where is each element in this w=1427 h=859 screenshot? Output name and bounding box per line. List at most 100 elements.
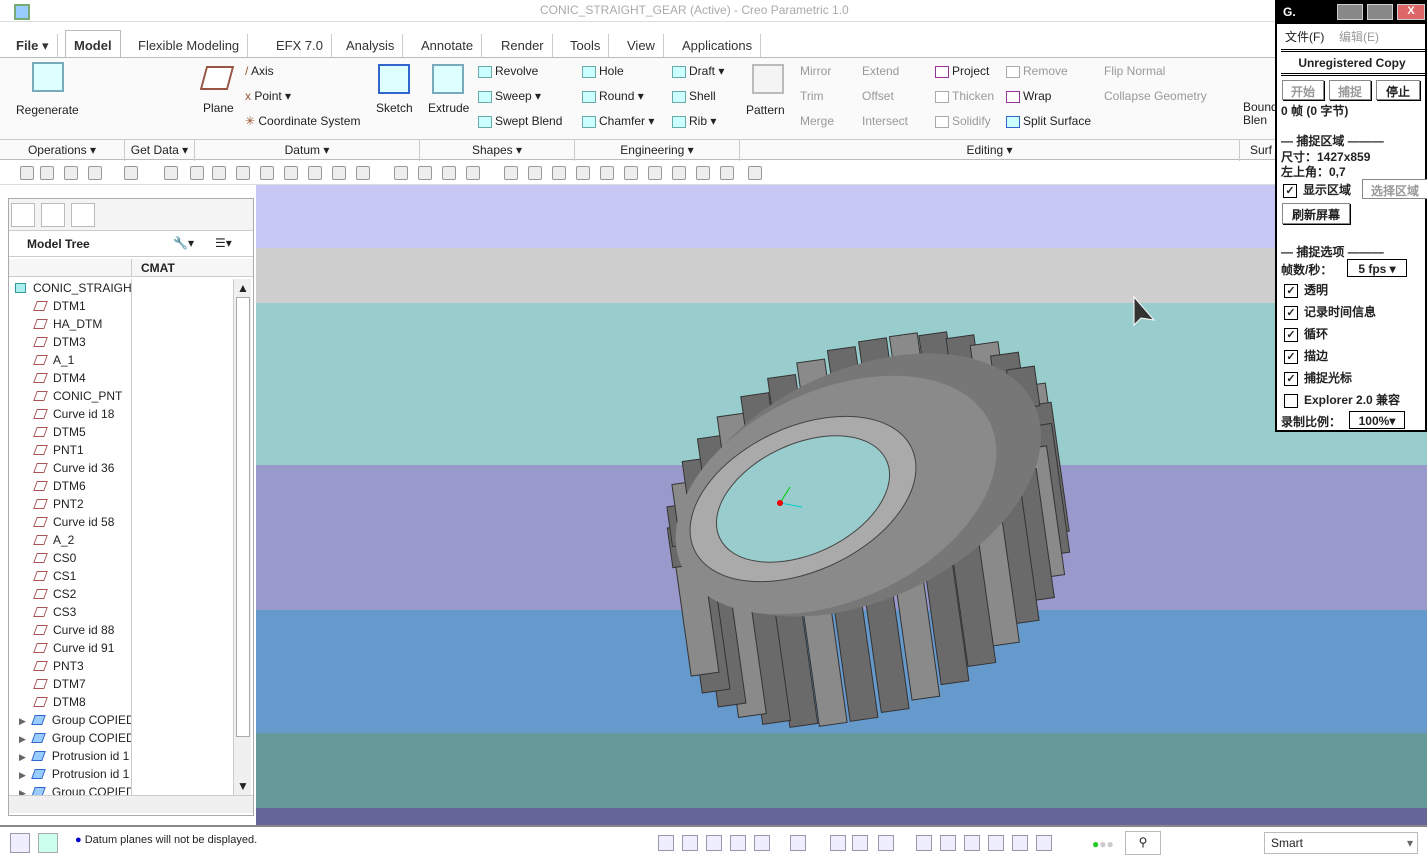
hole-button[interactable]: Hole <box>582 64 624 78</box>
tree-item[interactable]: CS2 <box>9 585 131 603</box>
minimize-button[interactable] <box>1337 4 1363 20</box>
toolbar-icon[interactable] <box>88 166 102 180</box>
toolbar-icon[interactable] <box>20 166 34 180</box>
tree-item[interactable]: DTM4 <box>9 369 131 387</box>
capture-option-checkbox[interactable]: ✓ 透明 <box>1284 281 1328 298</box>
toolbar-icon[interactable] <box>418 166 432 180</box>
capture-option-checkbox[interactable]: ✓ 循环 <box>1284 325 1328 342</box>
toolbar-icon[interactable] <box>648 166 662 180</box>
plane-button[interactable]: Plane <box>203 101 234 115</box>
capture-option-checkbox[interactable]: ✓ 描边 <box>1284 347 1328 364</box>
toolbar-icon[interactable] <box>528 166 542 180</box>
tree-item[interactable]: DTM8 <box>9 693 131 711</box>
view-tool-icon[interactable] <box>730 835 746 851</box>
toolbar-icon[interactable] <box>504 166 518 180</box>
tree-item[interactable]: DTM7 <box>9 675 131 693</box>
expand-icon[interactable]: ▶ <box>19 734 26 744</box>
toolbar-icon[interactable] <box>212 166 226 180</box>
tree-item[interactable]: Curve id 18 <box>9 405 131 423</box>
group-surfaces[interactable]: Surf <box>1240 139 1280 161</box>
tree-item[interactable]: PNT1 <box>9 441 131 459</box>
scale-select[interactable]: 100%▾ <box>1349 411 1405 429</box>
view-tool-icon[interactable] <box>754 835 770 851</box>
toolbar-icon[interactable] <box>190 166 204 180</box>
tree-horizontal-scrollbar[interactable] <box>9 795 253 813</box>
view-tool-icon[interactable] <box>878 835 894 851</box>
tree-group-item[interactable]: ▶ Group COPIED <box>9 729 131 747</box>
chamfer-button[interactable]: Chamfer ▾ <box>582 114 654 128</box>
view-tool-icon[interactable] <box>1036 835 1052 851</box>
extend-button[interactable]: Extend <box>862 64 899 78</box>
project-button[interactable]: Project <box>935 64 989 78</box>
tree-item[interactable]: CS0 <box>9 549 131 567</box>
capture-option-checkbox[interactable]: ✓ 捕捉光标 <box>1284 369 1352 386</box>
graphics-viewport[interactable] <box>256 185 1427 825</box>
flip-normal-button[interactable]: Flip Normal <box>1104 64 1165 78</box>
revolve-button[interactable]: Revolve <box>478 64 538 78</box>
toolbar-icon[interactable] <box>720 166 734 180</box>
column-cmat[interactable]: CMAT <box>141 261 175 275</box>
toolbar-icon[interactable] <box>260 166 274 180</box>
start-button[interactable]: 开始 <box>1282 80 1324 100</box>
rib-button[interactable]: Rib ▾ <box>672 114 716 128</box>
tree-item[interactable]: PNT2 <box>9 495 131 513</box>
tab-tools[interactable]: Tools <box>562 34 610 57</box>
navigator-toggle-icon[interactable] <box>10 833 30 853</box>
settings-icon[interactable]: 🔧▾ <box>173 236 194 250</box>
maximize-button[interactable] <box>1367 4 1393 20</box>
pattern-button[interactable]: Pattern <box>746 103 785 117</box>
browser-toggle-icon[interactable] <box>38 833 58 853</box>
toolbar-icon[interactable] <box>696 166 710 180</box>
tree-group-item[interactable]: ▶ Protrusion id 1 <box>9 765 131 783</box>
group-editing[interactable]: Editing ▾ <box>740 139 1240 161</box>
toolbar-icon[interactable] <box>600 166 614 180</box>
tree-group-item[interactable]: ▶ Protrusion id 1 <box>9 747 131 765</box>
tree-item[interactable]: DTM3 <box>9 333 131 351</box>
view-tool-icon[interactable] <box>988 835 1004 851</box>
tab-view[interactable]: View <box>619 34 664 57</box>
toolbar-icon[interactable] <box>124 166 138 180</box>
tree-item[interactable]: A_2 <box>9 531 131 549</box>
toolbar-icon[interactable] <box>40 166 54 180</box>
tree-vertical-scrollbar[interactable]: ▲ ▼ <box>233 279 251 795</box>
toolbar-icon[interactable] <box>284 166 298 180</box>
folder-browser-tab[interactable] <box>41 203 65 227</box>
tree-root[interactable]: CONIC_STRAIGH <box>9 279 131 297</box>
point-button[interactable]: x Point ▾ <box>245 89 291 103</box>
swept-blend-button[interactable]: Swept Blend <box>478 114 562 128</box>
tab-annotate[interactable]: Annotate <box>413 34 483 57</box>
capture-button[interactable]: 捕捉 <box>1329 80 1371 100</box>
group-get-data[interactable]: Get Data ▾ <box>125 139 195 161</box>
wrap-button[interactable]: Wrap <box>1006 89 1051 103</box>
toolbar-icon[interactable] <box>394 166 408 180</box>
view-tool-icon[interactable] <box>852 835 868 851</box>
tree-item[interactable]: CS1 <box>9 567 131 585</box>
merge-button[interactable]: Merge <box>800 114 834 128</box>
menu-file[interactable]: 文件(F) <box>1285 28 1324 45</box>
thicken-button[interactable]: Thicken <box>935 89 994 103</box>
show-area-checkbox[interactable]: ✓ 显示区域 <box>1283 181 1351 198</box>
tree-item[interactable]: Curve id 88 <box>9 621 131 639</box>
round-button[interactable]: Round ▾ <box>582 89 644 103</box>
capture-option-checkbox[interactable]: ✓ 记录时间信息 <box>1284 303 1376 320</box>
tab-efx[interactable]: EFX 7.0 <box>268 34 332 57</box>
axis-button[interactable]: / Axis <box>245 64 274 78</box>
view-tool-icon[interactable] <box>682 835 698 851</box>
tree-item[interactable]: PNT3 <box>9 657 131 675</box>
draft-button[interactable]: Draft ▾ <box>672 64 724 78</box>
group-operations[interactable]: Operations ▾ <box>0 139 125 161</box>
view-tool-icon[interactable] <box>706 835 722 851</box>
toolbar-icon[interactable] <box>356 166 370 180</box>
tree-group-item[interactable]: ▶ Group COPIED <box>9 711 131 729</box>
toolbar-icon[interactable] <box>624 166 638 180</box>
fps-select[interactable]: 5 fps ▾ <box>1347 259 1407 277</box>
select-area-button[interactable]: 选择区域 <box>1362 179 1427 199</box>
collapse-geometry-button[interactable]: Collapse Geometry <box>1104 89 1207 103</box>
group-shapes[interactable]: Shapes ▾ <box>420 139 575 161</box>
app-icon[interactable] <box>14 4 30 20</box>
tab-analysis[interactable]: Analysis <box>338 34 404 57</box>
offset-button[interactable]: Offset <box>862 89 894 103</box>
expand-icon[interactable]: ▶ <box>19 770 26 780</box>
sketch-button[interactable]: Sketch <box>376 101 413 115</box>
toolbar-icon[interactable] <box>308 166 322 180</box>
